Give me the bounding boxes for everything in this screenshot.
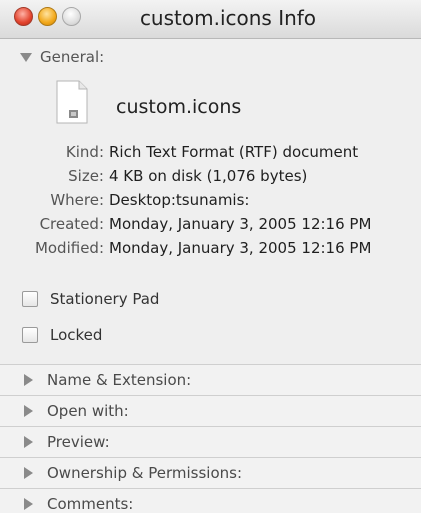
window-title: custom.icons Info	[139, 6, 317, 30]
where-key: Where:	[50, 191, 104, 209]
created-key: Created:	[39, 215, 104, 233]
modified-key: Modified:	[34, 239, 104, 257]
general-section-header[interactable]: General:	[20, 46, 104, 68]
section-label: Open with:	[47, 402, 129, 420]
disclosure-collapsed-icon[interactable]	[24, 374, 33, 386]
locked-option[interactable]: Locked	[22, 326, 102, 344]
where-row: Where: Desktop:tsunamis:	[0, 188, 421, 212]
info-table: Kind: Rich Text Format (RTF) document Si…	[0, 140, 421, 260]
info-window: custom.icons Info General: custom.icons …	[0, 0, 421, 513]
section-comments[interactable]: Comments:	[0, 488, 421, 513]
locked-checkbox[interactable]	[22, 327, 38, 343]
zoom-button[interactable]	[62, 7, 81, 26]
size-row: Size: 4 KB on disk (1,076 bytes)	[0, 164, 421, 188]
stationery-pad-label: Stationery Pad	[50, 290, 160, 308]
stationery-pad-option[interactable]: Stationery Pad	[22, 290, 159, 308]
disclosure-collapsed-icon[interactable]	[24, 405, 33, 417]
close-button[interactable]	[14, 7, 33, 26]
section-open-with[interactable]: Open with:	[0, 395, 421, 426]
general-label: General:	[40, 48, 105, 66]
disclosure-collapsed-icon[interactable]	[24, 498, 33, 510]
title-bar[interactable]: custom.icons Info	[0, 0, 421, 39]
section-ownership-permissions[interactable]: Ownership & Permissions:	[0, 457, 421, 488]
modified-value: Monday, January 3, 2005 12:16 PM	[109, 239, 372, 257]
disclosure-expanded-icon[interactable]	[20, 52, 32, 62]
file-name: custom.icons	[116, 96, 242, 118]
where-value: Desktop:tsunamis:	[109, 191, 250, 209]
disclosure-collapsed-icon[interactable]	[24, 436, 33, 448]
minimize-button[interactable]	[38, 7, 57, 26]
size-key: Size:	[68, 167, 104, 185]
section-label: Preview:	[47, 433, 110, 451]
section-label: Ownership & Permissions:	[47, 464, 242, 482]
kind-key: Kind:	[65, 143, 104, 161]
section-preview[interactable]: Preview:	[0, 426, 421, 457]
kind-value: Rich Text Format (RTF) document	[109, 143, 359, 161]
locked-label: Locked	[50, 326, 103, 344]
kind-row: Kind: Rich Text Format (RTF) document	[0, 140, 421, 164]
disclosure-collapsed-icon[interactable]	[24, 467, 33, 479]
rtf-document-icon	[55, 80, 89, 124]
section-label: Name & Extension:	[47, 371, 192, 389]
modified-row: Modified: Monday, January 3, 2005 12:16 …	[0, 236, 421, 260]
section-label: Comments:	[47, 495, 134, 513]
created-row: Created: Monday, January 3, 2005 12:16 P…	[0, 212, 421, 236]
created-value: Monday, January 3, 2005 12:16 PM	[109, 215, 372, 233]
size-value: 4 KB on disk (1,076 bytes)	[109, 167, 308, 185]
section-name-extension[interactable]: Name & Extension:	[0, 364, 421, 395]
stationery-pad-checkbox[interactable]	[22, 291, 38, 307]
